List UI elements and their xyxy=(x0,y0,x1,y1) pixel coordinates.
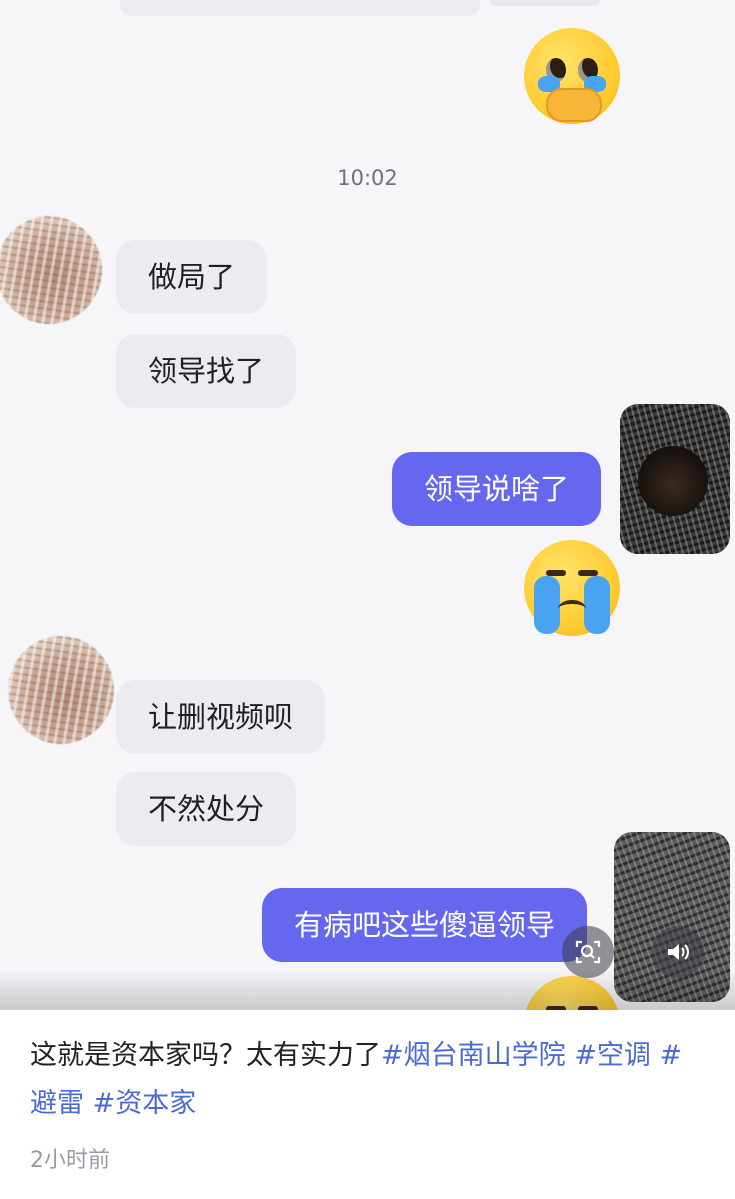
cropped-message-top xyxy=(120,0,480,16)
message-bubble-incoming[interactable]: 领导找了 xyxy=(116,334,297,408)
hashtag-link[interactable]: #资本家 xyxy=(93,1088,197,1119)
hashtag-link[interactable]: #烟台南山学院 xyxy=(381,1040,566,1071)
avatar-photo xyxy=(638,446,708,516)
video-overlay-shade xyxy=(0,968,735,1010)
contact-avatar[interactable] xyxy=(8,636,114,744)
volume-icon[interactable] xyxy=(652,926,704,978)
message-bubble-incoming[interactable]: 不然处分 xyxy=(116,772,297,846)
cropped-message-top-2 xyxy=(490,0,600,6)
contact-avatar[interactable] xyxy=(0,216,102,324)
message-bubble-outgoing[interactable]: 领导说啥了 xyxy=(392,452,602,526)
post-time: 2小时前 xyxy=(30,1148,110,1173)
message-bubble-incoming[interactable]: 做局了 xyxy=(116,240,268,314)
message-timestamp: 10:02 xyxy=(337,166,398,190)
message-bubble-outgoing[interactable]: 有病吧这些傻逼领导 xyxy=(262,888,588,962)
message-bubble-incoming[interactable]: 让删视频呗 xyxy=(116,680,326,754)
caption-text: 这就是资本家吗？太有实力了 xyxy=(30,1040,381,1071)
chat-screenshot: 10:02 做局了 领导找了 领导说啥了 让删视频呗 不然处分 有病吧这些傻逼领… xyxy=(0,0,735,1010)
user-avatar[interactable] xyxy=(620,404,730,554)
crying-face-emoji xyxy=(524,540,620,636)
hashtag-link[interactable]: #空调 xyxy=(574,1040,651,1071)
lens-search-icon[interactable] xyxy=(562,926,614,978)
pleading-face-emoji xyxy=(524,28,620,124)
post-caption: 这就是资本家吗？太有实力了#烟台南山学院 #空调 #避雷 #资本家 xyxy=(30,1032,700,1128)
